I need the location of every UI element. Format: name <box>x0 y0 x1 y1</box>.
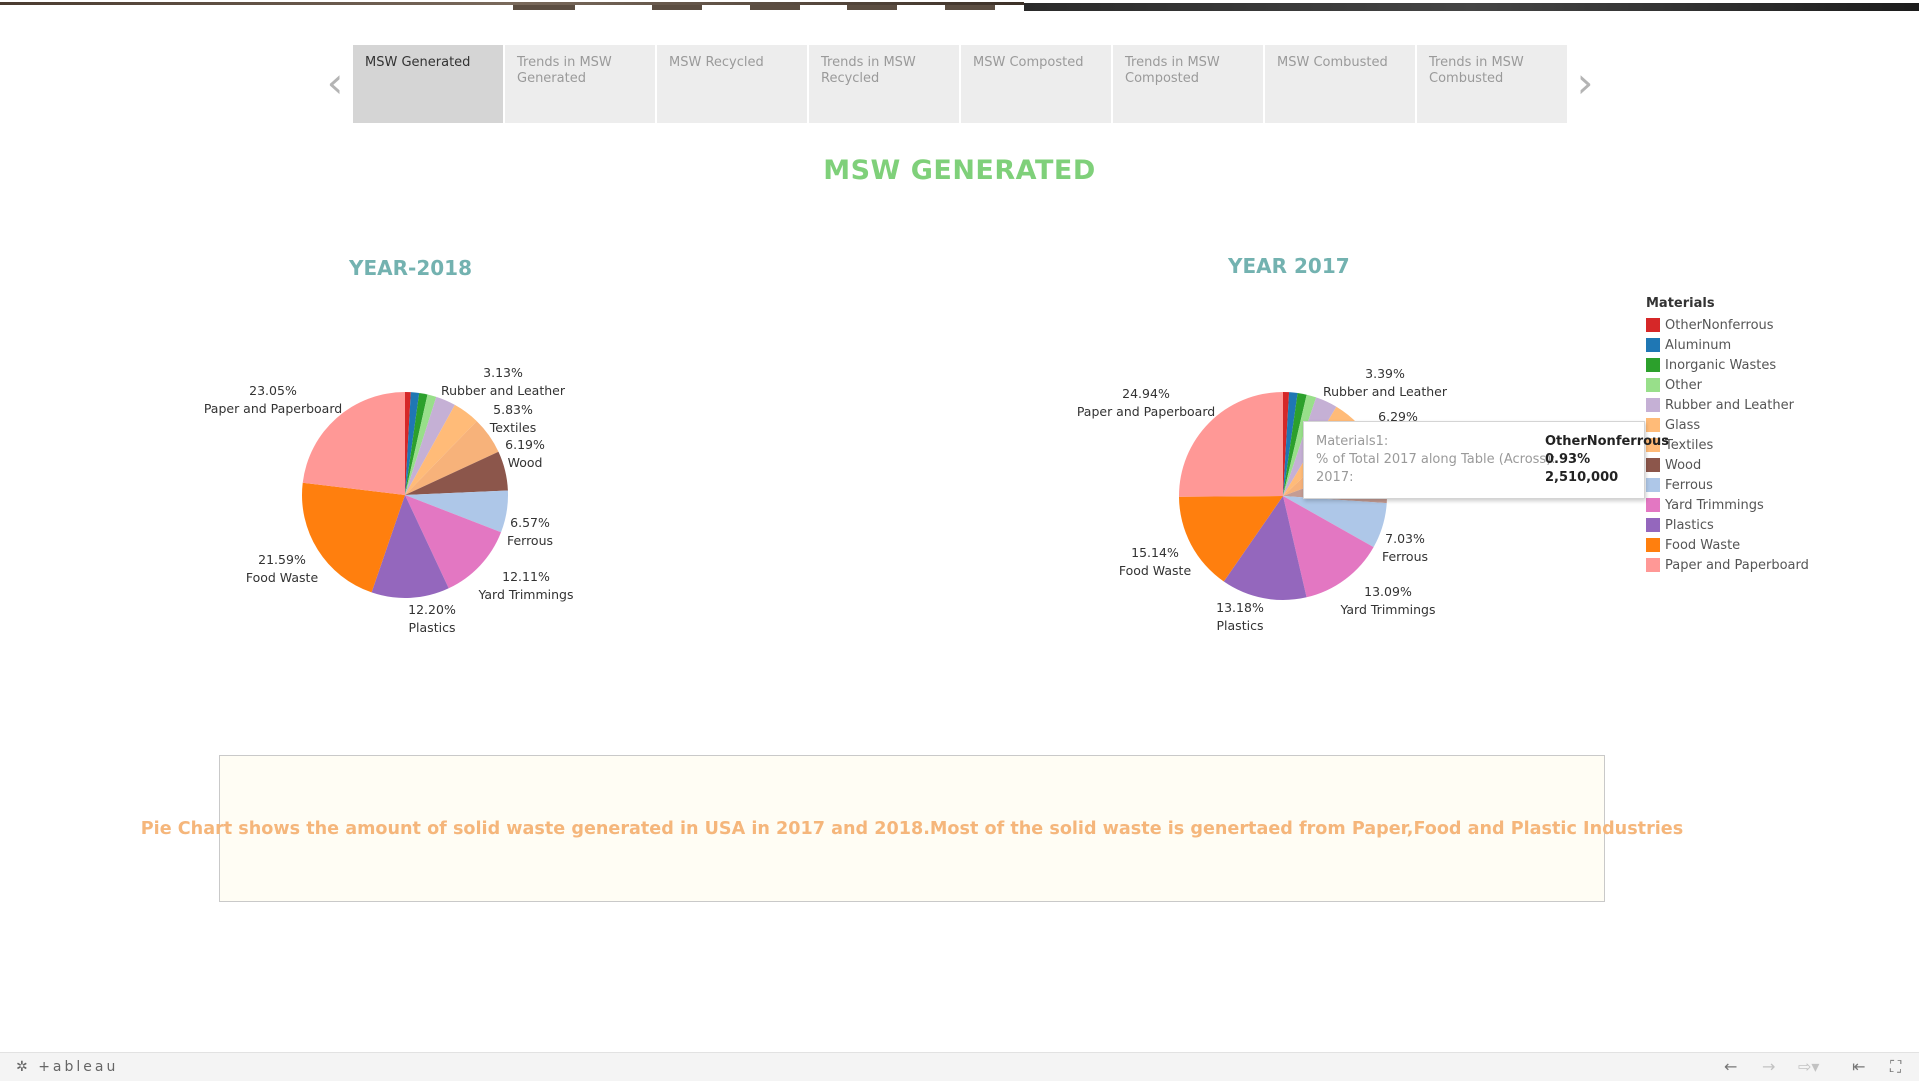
fullscreen-icon[interactable]: ⛶ <box>1890 1057 1901 1077</box>
legend-swatch <box>1646 458 1660 472</box>
slice-tooltip: Materials1: OtherNonferrous % of Total 2… <box>1303 421 1669 499</box>
revert-icon[interactable]: ⇤ <box>1852 1057 1865 1076</box>
legend-label: Food Waste <box>1665 537 1741 553</box>
label-2018-wood-name: Wood <box>508 455 543 470</box>
label-2018-yard-pct: 12.11% <box>502 569 550 584</box>
legend-label: Rubber and Leather <box>1665 397 1794 413</box>
tooltip-key: 2017: <box>1316 470 1354 485</box>
label-2017-paper-name: Paper and Paperboard <box>1077 404 1215 419</box>
legend-label: Aluminum <box>1665 337 1732 353</box>
label-2017-yard-pct: 13.09% <box>1364 584 1412 599</box>
label-2017-yard-name: Yard Trimmings <box>1339 602 1435 617</box>
legend-swatch <box>1646 318 1660 332</box>
tableau-logo-text: +ableau <box>38 1059 119 1075</box>
tooltip-row-material: Materials1: OtherNonferrous <box>1316 434 1669 452</box>
legend-item[interactable]: Glass <box>1646 415 1886 435</box>
legend-swatch <box>1646 538 1660 552</box>
tableau-logo[interactable]: ✲ +ableau <box>16 1059 118 1075</box>
label-2017-paper-pct: 24.94% <box>1122 386 1170 401</box>
legend-item[interactable]: Aluminum <box>1646 335 1886 355</box>
label-2017-rubber-pct: 3.39% <box>1365 366 1405 381</box>
legend-item[interactable]: Paper and Paperboard <box>1646 555 1886 575</box>
legend-swatch <box>1646 558 1660 572</box>
label-2018-paper-pct: 23.05% <box>249 383 297 398</box>
materials-legend: Materials OtherNonferrous Aluminum Inorgan… <box>1646 296 1886 575</box>
legend-swatch <box>1646 498 1660 512</box>
legend-swatch <box>1646 478 1660 492</box>
legend-item[interactable]: Inorganic Wastes <box>1646 355 1886 375</box>
undo-icon[interactable]: ← <box>1724 1057 1737 1076</box>
label-2018-food-name: Food Waste <box>246 570 319 585</box>
legend-swatch <box>1646 398 1660 412</box>
pie-chart-2018[interactable] <box>301 392 508 599</box>
legend-label: Paper and Paperboard <box>1665 557 1809 573</box>
legend-swatch <box>1646 338 1660 352</box>
legend-label: Ferrous <box>1665 477 1713 493</box>
legend-label: Wood <box>1665 457 1702 473</box>
legend-item[interactable]: Yard Trimmings <box>1646 495 1886 515</box>
legend-item[interactable]: Food Waste <box>1646 535 1886 555</box>
label-2018-ferrous-name: Ferrous <box>507 533 553 548</box>
label-2017-plastics-name: Plastics <box>1217 618 1264 633</box>
tableau-toolbar: ✲ +ableau ← → ⇨▾ ⇤ ⛶ <box>0 1052 1919 1081</box>
legend-swatch <box>1646 418 1660 432</box>
redo-icon[interactable]: → <box>1762 1057 1775 1076</box>
legend-label: Other <box>1665 377 1702 393</box>
legend-item[interactable]: Rubber and Leather <box>1646 395 1886 415</box>
legend-swatch <box>1646 378 1660 392</box>
label-2017-plastics-pct: 13.18% <box>1216 600 1264 615</box>
label-2018-rubber-name: Rubber and Leather <box>441 383 566 398</box>
legend-label: Plastics <box>1665 517 1714 533</box>
label-2018-paper-name: Paper and Paperboard <box>204 401 342 416</box>
label-2018-yard-name: Yard Trimmings <box>477 587 573 602</box>
tooltip-row-amount: 2017: 2,510,000 <box>1316 470 1636 488</box>
label-2017-ferrous-pct: 7.03% <box>1385 531 1425 546</box>
legend-label: OtherNonferrous <box>1665 317 1774 333</box>
label-2017-rubber-name: Rubber and Leather <box>1323 384 1448 399</box>
tooltip-value: OtherNonferrous <box>1545 434 1670 449</box>
label-2018-textiles-pct: 5.83% <box>493 402 533 417</box>
label-2018-plastics-name: Plastics <box>409 620 456 635</box>
label-2018-textiles-name: Textiles <box>489 420 536 435</box>
description-box: Pie Chart shows the amount of solid wast… <box>141 755 1683 902</box>
pie-charts-canvas: 3.13% Rubber and Leather 5.83% Textiles … <box>204 365 1448 635</box>
tooltip-value: 2,510,000 <box>1545 470 1619 485</box>
legend-title: Materials <box>1646 296 1715 311</box>
label-2018-wood-pct: 6.19% <box>505 437 545 452</box>
legend-item[interactable]: OtherNonferrous <box>1646 315 1886 335</box>
tooltip-key: % of Total 2017 along Table (Across): <box>1316 452 1556 467</box>
tooltip-key: Materials1: <box>1316 434 1389 449</box>
label-2018-plastics-pct: 12.20% <box>408 602 456 617</box>
legend-item[interactable]: Plastics <box>1646 515 1886 535</box>
description-text: Pie Chart shows the amount of solid wast… <box>140 818 1684 839</box>
legend-label: Textiles <box>1665 437 1714 453</box>
label-2017-food-name: Food Waste <box>1119 563 1192 578</box>
label-2017-ferrous-name: Ferrous <box>1382 549 1428 564</box>
legend-item[interactable]: Wood <box>1646 455 1886 475</box>
legend-swatch <box>1646 358 1660 372</box>
legend-label: Glass <box>1665 417 1701 433</box>
label-2017-food-pct: 15.14% <box>1131 545 1179 560</box>
legend-item[interactable]: Textiles <box>1646 435 1886 455</box>
legend-swatch <box>1646 518 1660 532</box>
legend-label: Inorganic Wastes <box>1665 357 1777 373</box>
legend-item[interactable]: Ferrous <box>1646 475 1886 495</box>
label-2018-food-pct: 21.59% <box>258 552 306 567</box>
label-2018-ferrous-pct: 6.57% <box>510 515 550 530</box>
tooltip-row-percent: % of Total 2017 along Table (Across): 0.… <box>1316 452 1636 470</box>
tableau-logo-icon: ✲ <box>16 1059 31 1075</box>
label-2018-rubber-pct: 3.13% <box>483 365 523 380</box>
tooltip-value: 0.93% <box>1545 452 1591 467</box>
legend-label: Yard Trimmings <box>1665 497 1764 513</box>
legend-item[interactable]: Other <box>1646 375 1886 395</box>
share-icon[interactable]: ⇨▾ <box>1798 1057 1819 1076</box>
